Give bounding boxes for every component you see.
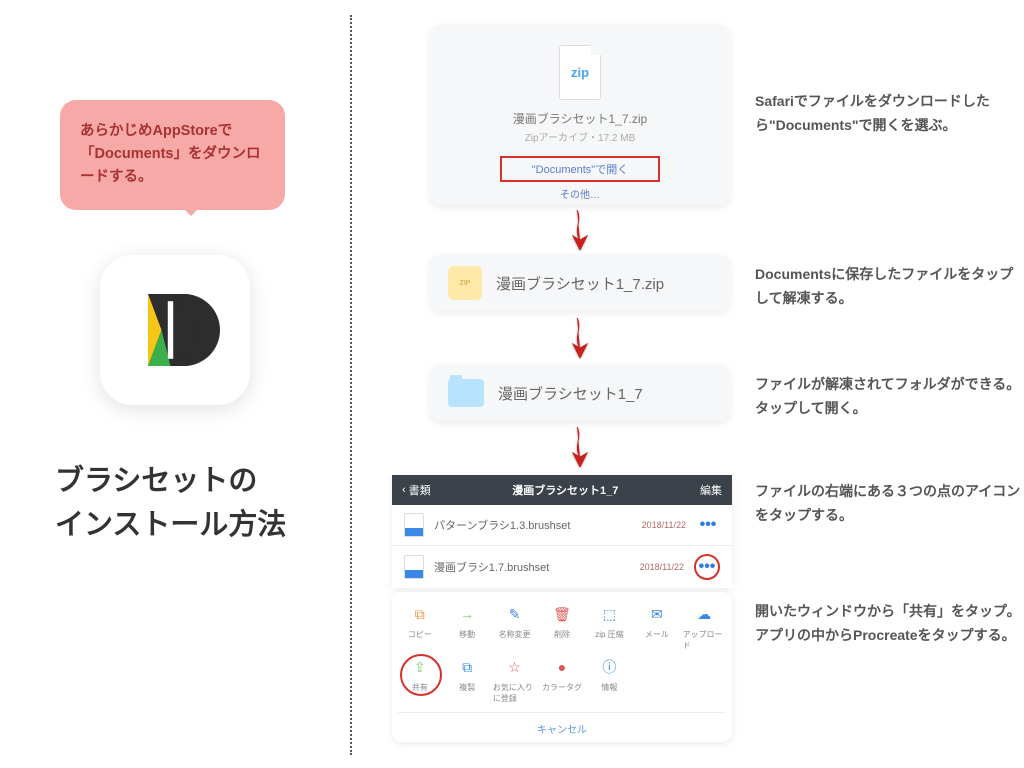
brushset-file-icon bbox=[404, 555, 424, 579]
nav-bar: ‹書類 漫画ブラシセット1_7 編集 bbox=[392, 475, 732, 505]
more-button[interactable]: ••• bbox=[696, 516, 720, 534]
step5-text: 開いたウィンドウから「共有」をタップ。アプリの中からProcreateをタップす… bbox=[755, 600, 1024, 648]
other-button[interactable]: その他… bbox=[560, 186, 600, 201]
action-icon: ☆ bbox=[503, 655, 527, 679]
action-icon: ⧉ bbox=[408, 602, 432, 626]
documents-file-list-panel: ‹書類 漫画ブラシセット1_7 編集 パターンブラシ1.3.brushset 20… bbox=[392, 475, 732, 588]
more-highlight-circle: ••• bbox=[694, 554, 720, 580]
action-icon: ⧉ bbox=[455, 655, 479, 679]
nav-edit-button[interactable]: 編集 bbox=[700, 482, 722, 498]
action-item[interactable]: 🗑 削除 bbox=[540, 602, 583, 651]
action-label: 複製 bbox=[459, 682, 475, 693]
vertical-divider bbox=[350, 15, 352, 755]
action-item[interactable]: ✎ 名称変更 bbox=[493, 602, 536, 651]
zip-file-row[interactable]: ZIP 漫画ブラシセット1_7.zip bbox=[430, 255, 730, 311]
more-button[interactable]: ••• bbox=[696, 558, 718, 576]
file-name: 漫画ブラシ1.7.brushset bbox=[434, 559, 630, 575]
action-label: お気に入りに登録 bbox=[493, 682, 536, 704]
arrow-down-icon bbox=[570, 427, 590, 465]
file-row[interactable]: パターンブラシ1.3.brushset 2018/11/22 ••• bbox=[392, 505, 732, 546]
action-icon: → bbox=[455, 602, 479, 626]
share-highlight-circle bbox=[400, 654, 442, 696]
open-in-documents-button[interactable]: "Documents"で開く bbox=[500, 156, 660, 182]
action-label: コピー bbox=[408, 629, 432, 640]
action-item[interactable]: ✉ メール bbox=[635, 602, 678, 651]
folder-row[interactable]: 漫画ブラシセット1_7 bbox=[430, 365, 730, 421]
cancel-button[interactable]: キャンセル bbox=[398, 712, 726, 742]
nav-title: 漫画ブラシセット1_7 bbox=[512, 482, 618, 498]
action-label: 情報 bbox=[601, 682, 617, 693]
step3-text: ファイルが解凍されてフォルダができる。タップして開く。 bbox=[755, 373, 1024, 421]
step1-text: Safariでファイルをダウンロードしたら"Documents"で開くを選ぶ。 bbox=[755, 90, 1024, 138]
step2-text: Documentsに保存したファイルをタップして解凍する。 bbox=[755, 263, 1024, 311]
action-icon: ● bbox=[550, 655, 574, 679]
action-label: zip 圧縮 bbox=[595, 629, 623, 640]
chevron-left-icon: ‹ bbox=[402, 484, 406, 496]
zip-file-icon: zip bbox=[559, 45, 601, 100]
documents-app-icon bbox=[100, 255, 250, 405]
folder-label: 漫画ブラシセット1_7 bbox=[498, 383, 643, 404]
action-item[interactable]: ⧉ コピー bbox=[398, 602, 441, 651]
action-item[interactable]: ● カラータグ bbox=[540, 655, 583, 704]
action-icon: ✎ bbox=[503, 602, 527, 626]
file-date: 2018/11/22 bbox=[642, 520, 686, 530]
download-file-size: Zipアーカイブ・17.2 MB bbox=[525, 129, 636, 144]
documents-logo-icon bbox=[130, 285, 220, 375]
action-label: 移動 bbox=[459, 629, 475, 640]
action-icon: ⓘ bbox=[597, 655, 621, 679]
download-file-name: 漫画ブラシセット1_7.zip bbox=[513, 110, 647, 127]
page-title: ブラシセットの インストール方法 bbox=[55, 460, 286, 547]
folder-icon bbox=[448, 379, 484, 407]
speech-bubble: あらかじめAppStoreで「Documents」をダウンロードする。 bbox=[60, 100, 285, 210]
action-icon: 🗑 bbox=[550, 602, 574, 626]
safari-download-panel: zip 漫画ブラシセット1_7.zip Zipアーカイブ・17.2 MB "Do… bbox=[430, 25, 730, 205]
action-sheet: ⧉コピー→移動✎名称変更🗑削除⬚zip 圧縮✉メール☁アップロード⇪共有⧉複製☆… bbox=[392, 592, 732, 742]
zip-small-icon: ZIP bbox=[448, 266, 482, 300]
action-label: カラータグ bbox=[542, 682, 582, 693]
action-label: 名称変更 bbox=[499, 629, 531, 640]
zip-file-label: 漫画ブラシセット1_7.zip bbox=[496, 273, 664, 294]
arrow-down-icon bbox=[570, 318, 590, 356]
file-date: 2018/11/22 bbox=[640, 562, 684, 572]
action-item[interactable]: ☁ アップロード bbox=[683, 602, 726, 651]
action-label: アップロード bbox=[683, 629, 726, 651]
nav-back-button[interactable]: ‹書類 bbox=[402, 482, 431, 498]
action-item[interactable]: ☆ お気に入りに登録 bbox=[493, 655, 536, 704]
action-item[interactable]: ⧉ 複製 bbox=[445, 655, 488, 704]
action-item[interactable]: → 移動 bbox=[445, 602, 488, 651]
action-icon: ☁ bbox=[692, 602, 716, 626]
brushset-file-icon bbox=[404, 513, 424, 537]
action-icon: ✉ bbox=[645, 602, 669, 626]
action-item[interactable]: ⓘ 情報 bbox=[588, 655, 631, 704]
action-item[interactable]: ⬚ zip 圧縮 bbox=[588, 602, 631, 651]
arrow-down-icon bbox=[570, 210, 590, 248]
step4-text: ファイルの右端にある３つの点のアイコンをタップする。 bbox=[755, 480, 1024, 528]
action-icon: ⬚ bbox=[597, 602, 621, 626]
file-row[interactable]: 漫画ブラシ1.7.brushset 2018/11/22 ••• bbox=[392, 546, 732, 588]
action-label: 削除 bbox=[554, 629, 570, 640]
file-name: パターンブラシ1.3.brushset bbox=[434, 517, 632, 533]
action-label: メール bbox=[645, 629, 669, 640]
